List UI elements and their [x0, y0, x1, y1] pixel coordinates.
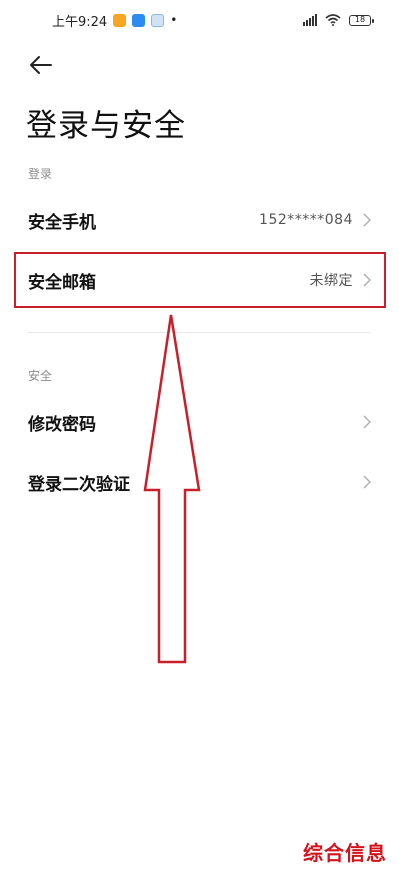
- watermark: 综合信息: [303, 841, 387, 865]
- annotation-arrow: [143, 314, 201, 664]
- login-security-page: 上午9:24 • 18 登录与安全 登录 安全手机 152*****084 安全…: [0, 0, 399, 874]
